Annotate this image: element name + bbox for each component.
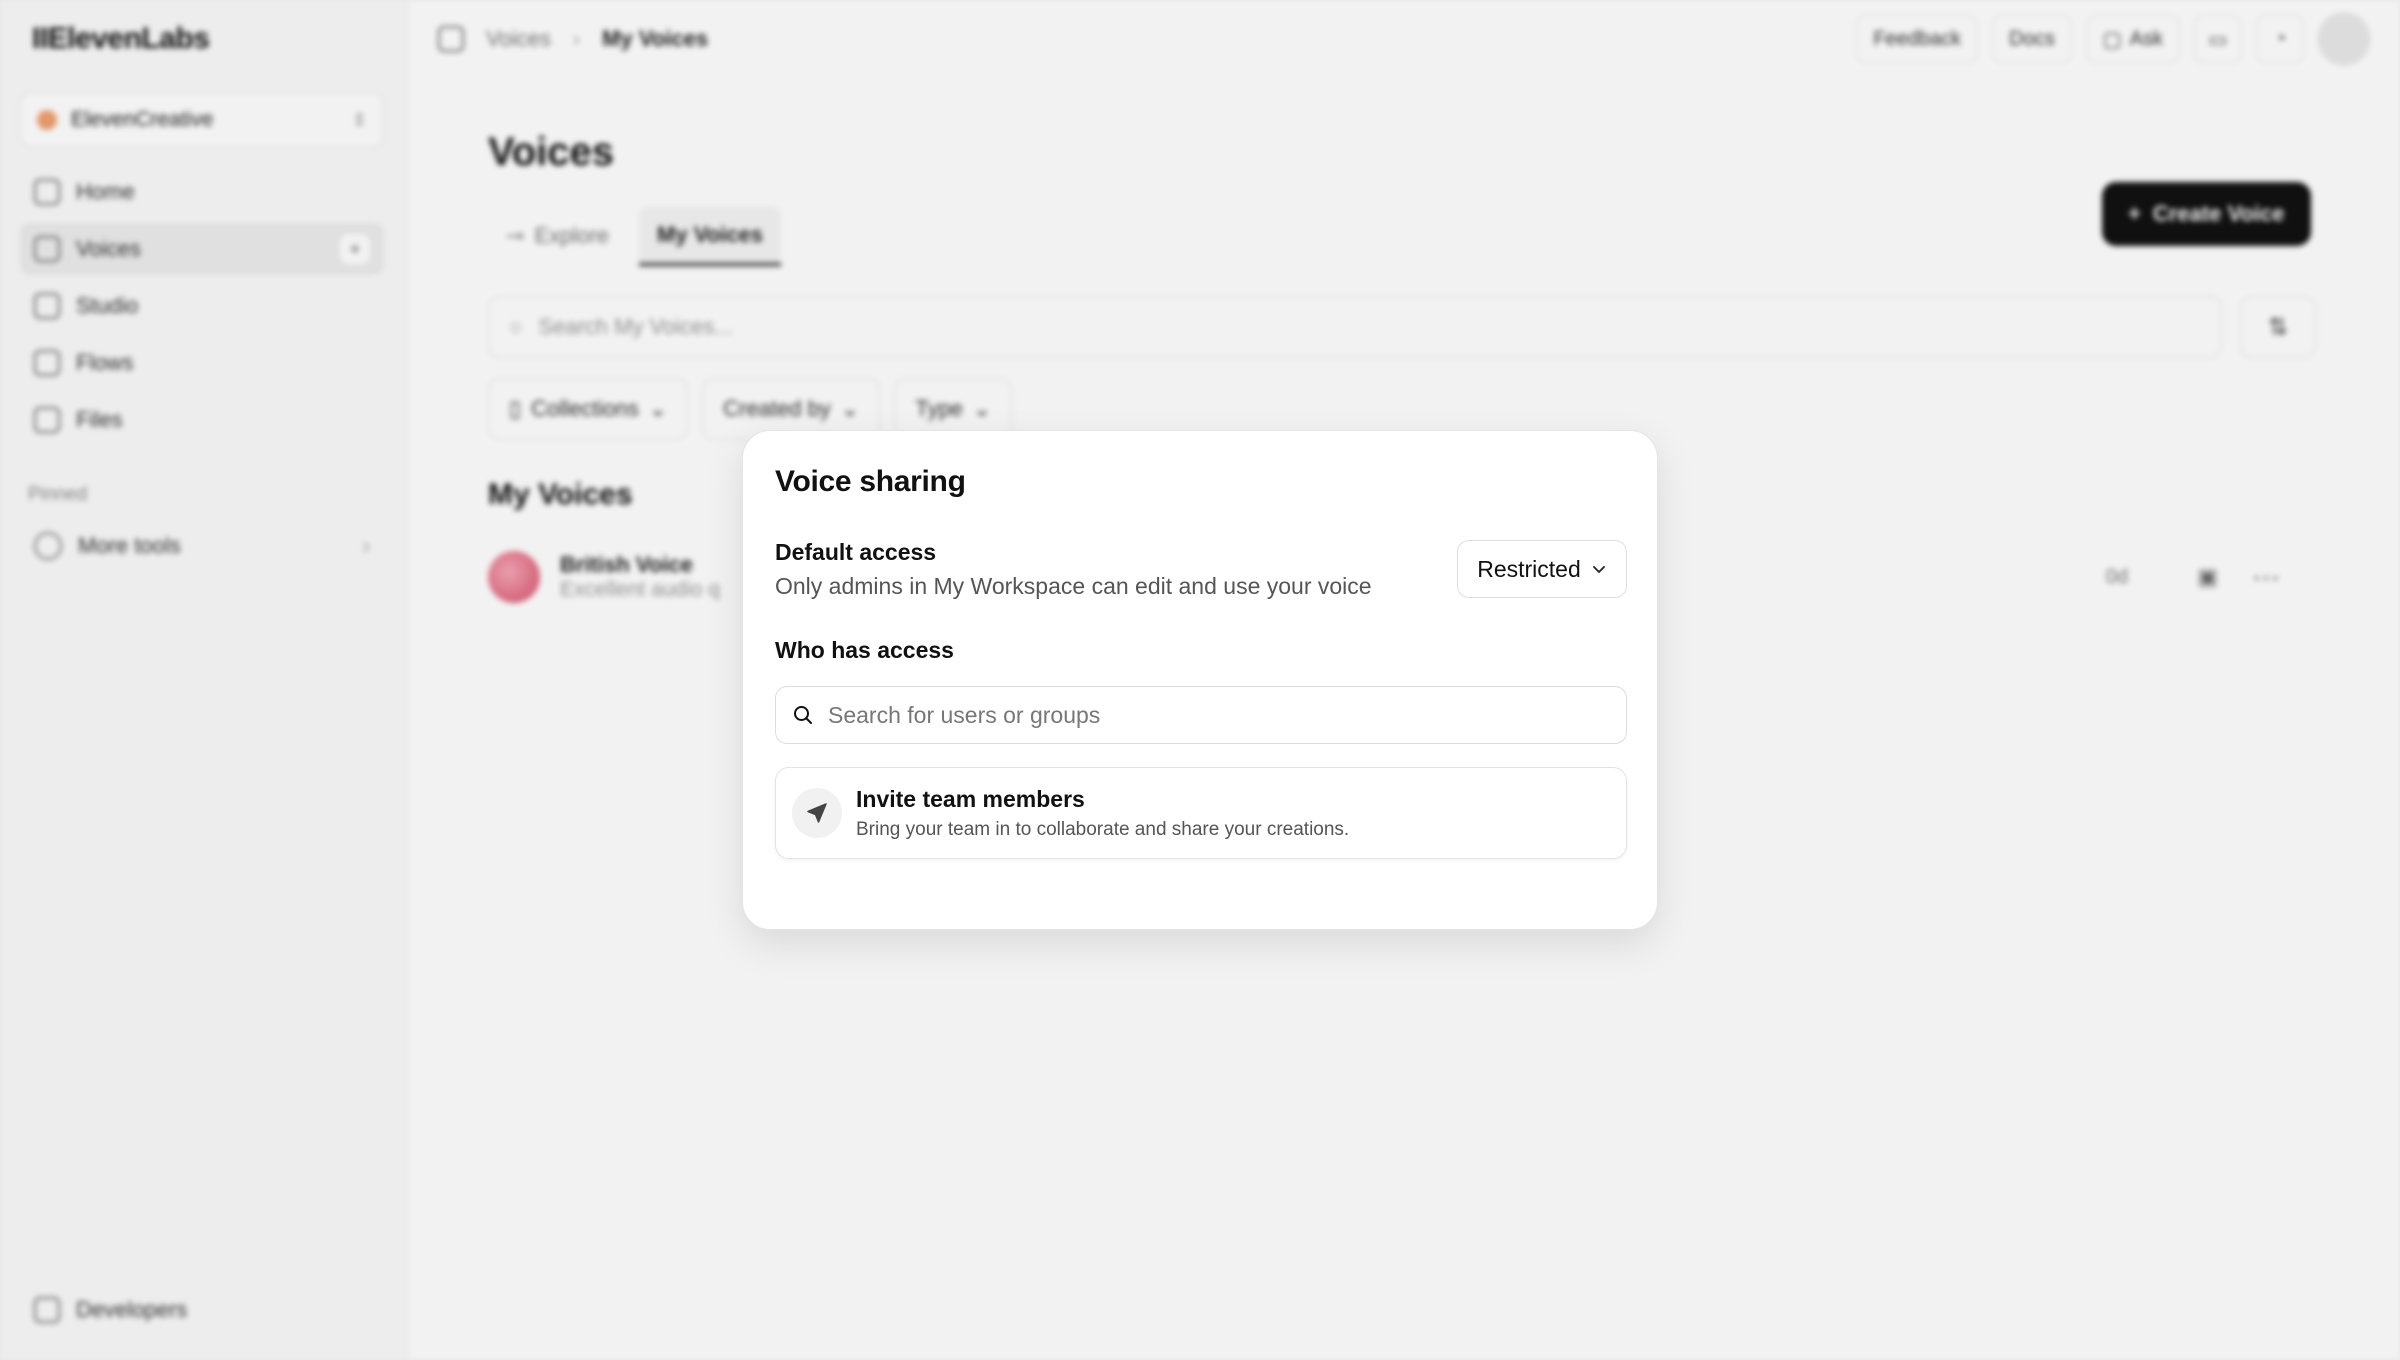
invite-title: Invite team members	[856, 785, 1085, 812]
invite-team-members-card[interactable]: Invite team members Bring your team in t…	[775, 767, 1627, 859]
search-icon	[794, 706, 812, 724]
user-group-search[interactable]	[775, 686, 1627, 744]
send-icon	[792, 788, 842, 838]
who-has-access-label: Who has access	[775, 637, 954, 663]
default-access-select[interactable]: Restricted	[1457, 540, 1627, 598]
dialog-title: Voice sharing	[775, 465, 966, 498]
user-group-search-input[interactable]	[828, 701, 1608, 729]
invite-text: Invite team members Bring your team in t…	[856, 786, 1349, 841]
voice-sharing-dialog: Voice sharing Default access Only admins…	[742, 430, 1658, 930]
access-value: Restricted	[1477, 555, 1581, 582]
chevron-down-icon	[1592, 566, 1605, 573]
invite-description: Bring your team in to collaborate and sh…	[856, 818, 1350, 840]
default-access-label: Default access	[775, 539, 937, 565]
default-access-description: Only admins in My Workspace can edit and…	[775, 573, 1372, 599]
